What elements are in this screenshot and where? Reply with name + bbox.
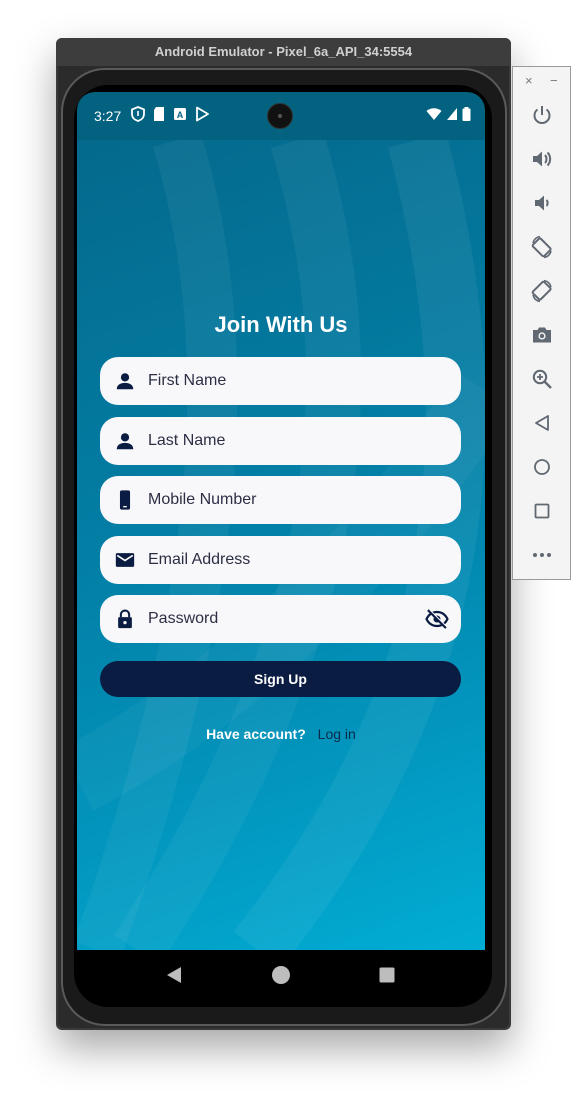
device-screen: 3:27 A Join With Us First Name Last Name… [77, 92, 485, 998]
password-field[interactable] [100, 595, 461, 643]
svg-text:A: A [177, 110, 184, 120]
close-button[interactable]: × [525, 73, 533, 88]
mobile-input[interactable] [148, 476, 418, 524]
wifi-icon [426, 108, 442, 120]
emulator-title: Android Emulator - Pixel_6a_API_34:5554 [56, 38, 511, 66]
password-input[interactable] [148, 595, 418, 643]
screenshot-button[interactable] [527, 320, 557, 350]
nav-back-icon[interactable] [165, 966, 183, 984]
cell-signal-icon [447, 108, 457, 120]
play-store-icon [196, 106, 209, 122]
nav-home-icon[interactable] [271, 965, 291, 985]
have-account-text: Have account? [206, 726, 306, 742]
zoom-button[interactable] [527, 364, 557, 394]
page-title: Join With Us [214, 312, 348, 337]
rotate-right-icon [531, 279, 552, 303]
last-name-field[interactable] [100, 417, 461, 465]
minimize-button[interactable]: − [550, 73, 558, 88]
power-button[interactable] [527, 100, 557, 130]
rotate-left-button[interactable] [527, 232, 557, 262]
last-name-input[interactable] [148, 417, 418, 465]
person-icon [116, 373, 134, 390]
first-name-input[interactable] [148, 357, 418, 405]
volume-down-button[interactable] [527, 188, 557, 218]
sign-up-button[interactable]: Sign Up [100, 661, 461, 697]
back-button[interactable] [527, 408, 557, 438]
email-input[interactable] [148, 536, 418, 584]
status-icons-right [426, 107, 471, 121]
status-icons-left: A [131, 106, 209, 122]
rotate-left-icon [531, 235, 552, 259]
rotate-right-button[interactable] [527, 276, 557, 306]
mobile-field[interactable] [100, 476, 461, 524]
front-camera [267, 103, 293, 129]
lock-icon [118, 609, 132, 629]
first-name-field[interactable] [100, 357, 461, 405]
overview-button[interactable] [527, 496, 557, 526]
status-time: 3:27 [94, 108, 122, 124]
overview-icon [534, 503, 550, 519]
zoom-icon [532, 369, 552, 389]
battery-icon [462, 107, 471, 121]
volume-up-icon [533, 151, 552, 167]
status-bar: 3:27 A [77, 92, 485, 140]
back-icon [535, 415, 549, 431]
volume-down-icon [535, 195, 549, 211]
volume-up-button[interactable] [527, 144, 557, 174]
home-button[interactable] [527, 452, 557, 482]
more-button[interactable] [527, 540, 557, 570]
shield-icon [131, 106, 145, 122]
log-in-link[interactable]: Log in [318, 726, 356, 742]
emulator-toolbar: × − [512, 66, 571, 580]
sd-card-icon [154, 107, 164, 121]
more-icon [533, 553, 551, 557]
mail-icon [115, 553, 135, 567]
power-icon [533, 106, 551, 124]
home-icon [534, 459, 550, 475]
login-row: Have account? Log in [77, 726, 485, 742]
phone-icon [119, 490, 131, 510]
nav-recents-icon[interactable] [379, 967, 395, 983]
email-field[interactable] [100, 536, 461, 584]
app-content: Join With Us Sign Up Have [77, 140, 485, 950]
camera-icon [533, 327, 551, 343]
font-icon: A [174, 108, 186, 120]
toolbar-window-controls: × − [513, 73, 572, 89]
person-icon [116, 433, 134, 450]
visibility-off-icon[interactable] [425, 607, 449, 631]
navigation-bar [77, 950, 485, 998]
